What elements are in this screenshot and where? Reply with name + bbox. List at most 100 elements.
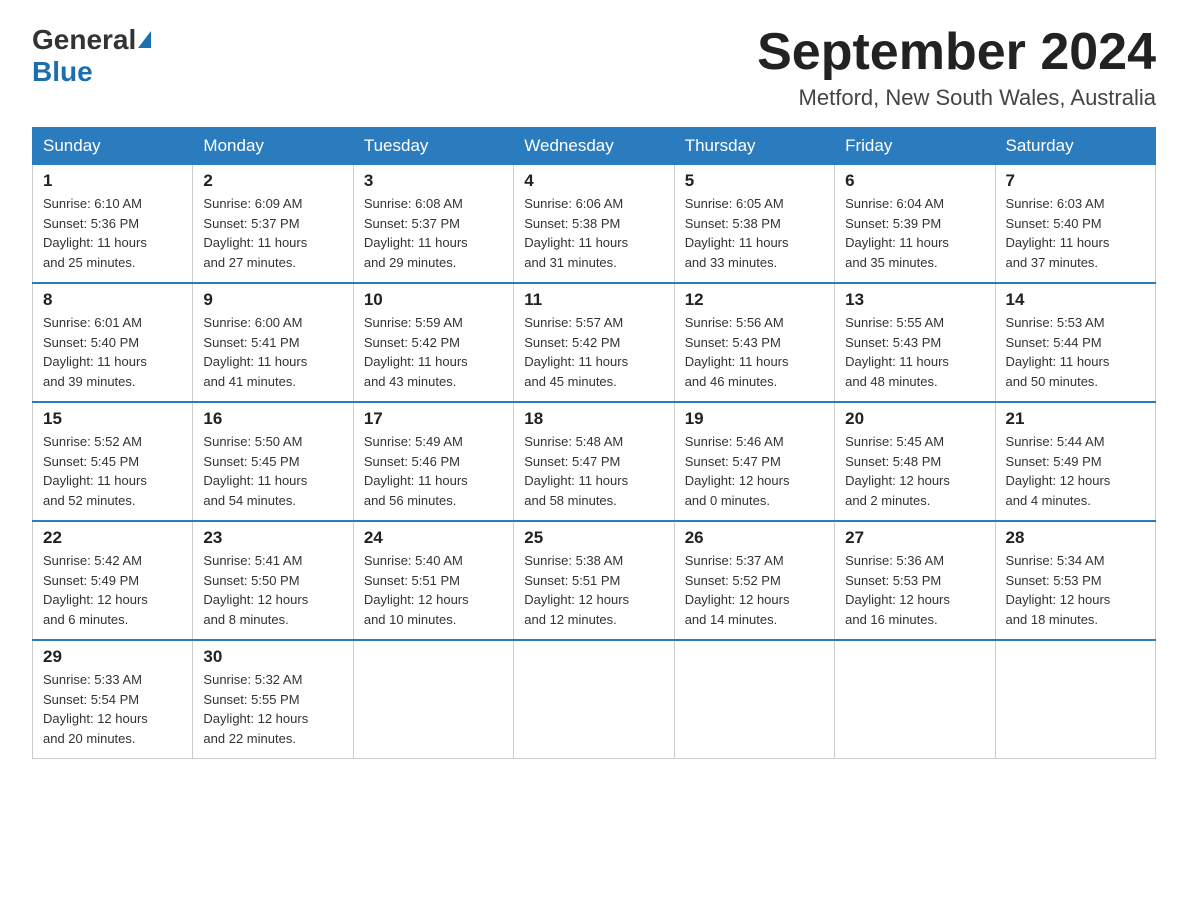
day-info: Sunrise: 5:56 AMSunset: 5:43 PMDaylight:… [685, 313, 824, 391]
table-row: 9 Sunrise: 6:00 AMSunset: 5:41 PMDaylight… [193, 283, 353, 402]
table-row: 25 Sunrise: 5:38 AMSunset: 5:51 PMDayligh… [514, 521, 674, 640]
day-info: Sunrise: 5:53 AMSunset: 5:44 PMDaylight:… [1006, 313, 1145, 391]
day-number: 6 [845, 171, 984, 191]
day-info: Sunrise: 5:40 AMSunset: 5:51 PMDaylight:… [364, 551, 503, 629]
table-row: 24 Sunrise: 5:40 AMSunset: 5:51 PMDayligh… [353, 521, 513, 640]
day-number: 10 [364, 290, 503, 310]
day-info: Sunrise: 5:45 AMSunset: 5:48 PMDaylight:… [845, 432, 984, 510]
table-row: 10 Sunrise: 5:59 AMSunset: 5:42 PMDayligh… [353, 283, 513, 402]
day-info: Sunrise: 5:59 AMSunset: 5:42 PMDaylight:… [364, 313, 503, 391]
header-saturday: Saturday [995, 128, 1155, 165]
table-row: 4Sunrise: 6:06 AMSunset: 5:38 PMDaylight… [514, 165, 674, 284]
day-number: 23 [203, 528, 342, 548]
day-info: Sunrise: 5:32 AMSunset: 5:55 PMDaylight:… [203, 670, 342, 748]
table-row: 15 Sunrise: 5:52 AMSunset: 5:45 PMDayligh… [33, 402, 193, 521]
day-number: 30 [203, 647, 342, 667]
table-row: 18 Sunrise: 5:48 AMSunset: 5:47 PMDayligh… [514, 402, 674, 521]
day-info: Sunrise: 5:38 AMSunset: 5:51 PMDaylight:… [524, 551, 663, 629]
day-number: 19 [685, 409, 824, 429]
table-row [995, 640, 1155, 759]
day-info: Sunrise: 6:04 AMSunset: 5:39 PMDaylight:… [845, 194, 984, 272]
day-number: 2 [203, 171, 342, 191]
table-row: 3Sunrise: 6:08 AMSunset: 5:37 PMDaylight… [353, 165, 513, 284]
table-row: 26 Sunrise: 5:37 AMSunset: 5:52 PMDayligh… [674, 521, 834, 640]
day-number: 16 [203, 409, 342, 429]
table-row: 6 Sunrise: 6:04 AMSunset: 5:39 PMDaylight… [835, 165, 995, 284]
table-row: 1Sunrise: 6:10 AMSunset: 5:36 PMDaylight… [33, 165, 193, 284]
day-number: 22 [43, 528, 182, 548]
day-info: Sunrise: 6:06 AMSunset: 5:38 PMDaylight:… [524, 194, 663, 272]
header-wednesday: Wednesday [514, 128, 674, 165]
header-tuesday: Tuesday [353, 128, 513, 165]
logo-general-text: General [32, 24, 136, 56]
calendar-week-row: 15 Sunrise: 5:52 AMSunset: 5:45 PMDayligh… [33, 402, 1156, 521]
calendar-week-row: 29 Sunrise: 5:33 AMSunset: 5:54 PMDayligh… [33, 640, 1156, 759]
day-info: Sunrise: 5:44 AMSunset: 5:49 PMDaylight:… [1006, 432, 1145, 510]
day-info: Sunrise: 5:41 AMSunset: 5:50 PMDaylight:… [203, 551, 342, 629]
day-number: 29 [43, 647, 182, 667]
header-monday: Monday [193, 128, 353, 165]
day-info: Sunrise: 6:00 AMSunset: 5:41 PMDaylight:… [203, 313, 342, 391]
day-number: 12 [685, 290, 824, 310]
table-row: 13 Sunrise: 5:55 AMSunset: 5:43 PMDayligh… [835, 283, 995, 402]
day-number: 15 [43, 409, 182, 429]
calendar-week-row: 8Sunrise: 6:01 AMSunset: 5:40 PMDaylight… [33, 283, 1156, 402]
day-number: 28 [1006, 528, 1145, 548]
day-number: 24 [364, 528, 503, 548]
day-info: Sunrise: 5:34 AMSunset: 5:53 PMDaylight:… [1006, 551, 1145, 629]
day-info: Sunrise: 6:01 AMSunset: 5:40 PMDaylight:… [43, 313, 182, 391]
day-number: 26 [685, 528, 824, 548]
day-info: Sunrise: 6:10 AMSunset: 5:36 PMDaylight:… [43, 194, 182, 272]
day-number: 17 [364, 409, 503, 429]
table-row [835, 640, 995, 759]
table-row: 28 Sunrise: 5:34 AMSunset: 5:53 PMDayligh… [995, 521, 1155, 640]
header-row: Sunday Monday Tuesday Wednesday Thursday… [33, 128, 1156, 165]
table-row: 7Sunrise: 6:03 AMSunset: 5:40 PMDaylight… [995, 165, 1155, 284]
table-row: 29 Sunrise: 5:33 AMSunset: 5:54 PMDayligh… [33, 640, 193, 759]
day-number: 27 [845, 528, 984, 548]
day-info: Sunrise: 5:33 AMSunset: 5:54 PMDaylight:… [43, 670, 182, 748]
day-info: Sunrise: 5:52 AMSunset: 5:45 PMDaylight:… [43, 432, 182, 510]
calendar-table: Sunday Monday Tuesday Wednesday Thursday… [32, 127, 1156, 759]
calendar-week-row: 1Sunrise: 6:10 AMSunset: 5:36 PMDaylight… [33, 165, 1156, 284]
day-info: Sunrise: 5:48 AMSunset: 5:47 PMDaylight:… [524, 432, 663, 510]
day-number: 25 [524, 528, 663, 548]
day-info: Sunrise: 6:09 AMSunset: 5:37 PMDaylight:… [203, 194, 342, 272]
day-number: 20 [845, 409, 984, 429]
day-number: 21 [1006, 409, 1145, 429]
day-info: Sunrise: 5:50 AMSunset: 5:45 PMDaylight:… [203, 432, 342, 510]
day-number: 14 [1006, 290, 1145, 310]
table-row: 23 Sunrise: 5:41 AMSunset: 5:50 PMDayligh… [193, 521, 353, 640]
header-thursday: Thursday [674, 128, 834, 165]
day-number: 9 [203, 290, 342, 310]
location-subtitle: Metford, New South Wales, Australia [757, 85, 1156, 111]
table-row: 20 Sunrise: 5:45 AMSunset: 5:48 PMDayligh… [835, 402, 995, 521]
day-info: Sunrise: 5:42 AMSunset: 5:49 PMDaylight:… [43, 551, 182, 629]
logo-blue-text: Blue [32, 56, 93, 88]
table-row [514, 640, 674, 759]
day-info: Sunrise: 5:57 AMSunset: 5:42 PMDaylight:… [524, 313, 663, 391]
table-row: 11 Sunrise: 5:57 AMSunset: 5:42 PMDayligh… [514, 283, 674, 402]
table-row: 8Sunrise: 6:01 AMSunset: 5:40 PMDaylight… [33, 283, 193, 402]
calendar-week-row: 22 Sunrise: 5:42 AMSunset: 5:49 PMDayligh… [33, 521, 1156, 640]
day-info: Sunrise: 5:37 AMSunset: 5:52 PMDaylight:… [685, 551, 824, 629]
table-row: 19 Sunrise: 5:46 AMSunset: 5:47 PMDayligh… [674, 402, 834, 521]
day-number: 11 [524, 290, 663, 310]
day-number: 18 [524, 409, 663, 429]
header-sunday: Sunday [33, 128, 193, 165]
table-row: 14 Sunrise: 5:53 AMSunset: 5:44 PMDayligh… [995, 283, 1155, 402]
table-row: 16 Sunrise: 5:50 AMSunset: 5:45 PMDayligh… [193, 402, 353, 521]
title-area: September 2024 Metford, New South Wales,… [757, 24, 1156, 111]
day-number: 13 [845, 290, 984, 310]
header-friday: Friday [835, 128, 995, 165]
day-info: Sunrise: 5:46 AMSunset: 5:47 PMDaylight:… [685, 432, 824, 510]
day-number: 5 [685, 171, 824, 191]
month-year-title: September 2024 [757, 24, 1156, 81]
table-row: 21 Sunrise: 5:44 AMSunset: 5:49 PMDayligh… [995, 402, 1155, 521]
table-row: 17 Sunrise: 5:49 AMSunset: 5:46 PMDayligh… [353, 402, 513, 521]
table-row: 2 Sunrise: 6:09 AMSunset: 5:37 PMDaylight… [193, 165, 353, 284]
day-info: Sunrise: 6:08 AMSunset: 5:37 PMDaylight:… [364, 194, 503, 272]
day-info: Sunrise: 5:49 AMSunset: 5:46 PMDaylight:… [364, 432, 503, 510]
day-info: Sunrise: 5:55 AMSunset: 5:43 PMDaylight:… [845, 313, 984, 391]
day-info: Sunrise: 6:03 AMSunset: 5:40 PMDaylight:… [1006, 194, 1145, 272]
